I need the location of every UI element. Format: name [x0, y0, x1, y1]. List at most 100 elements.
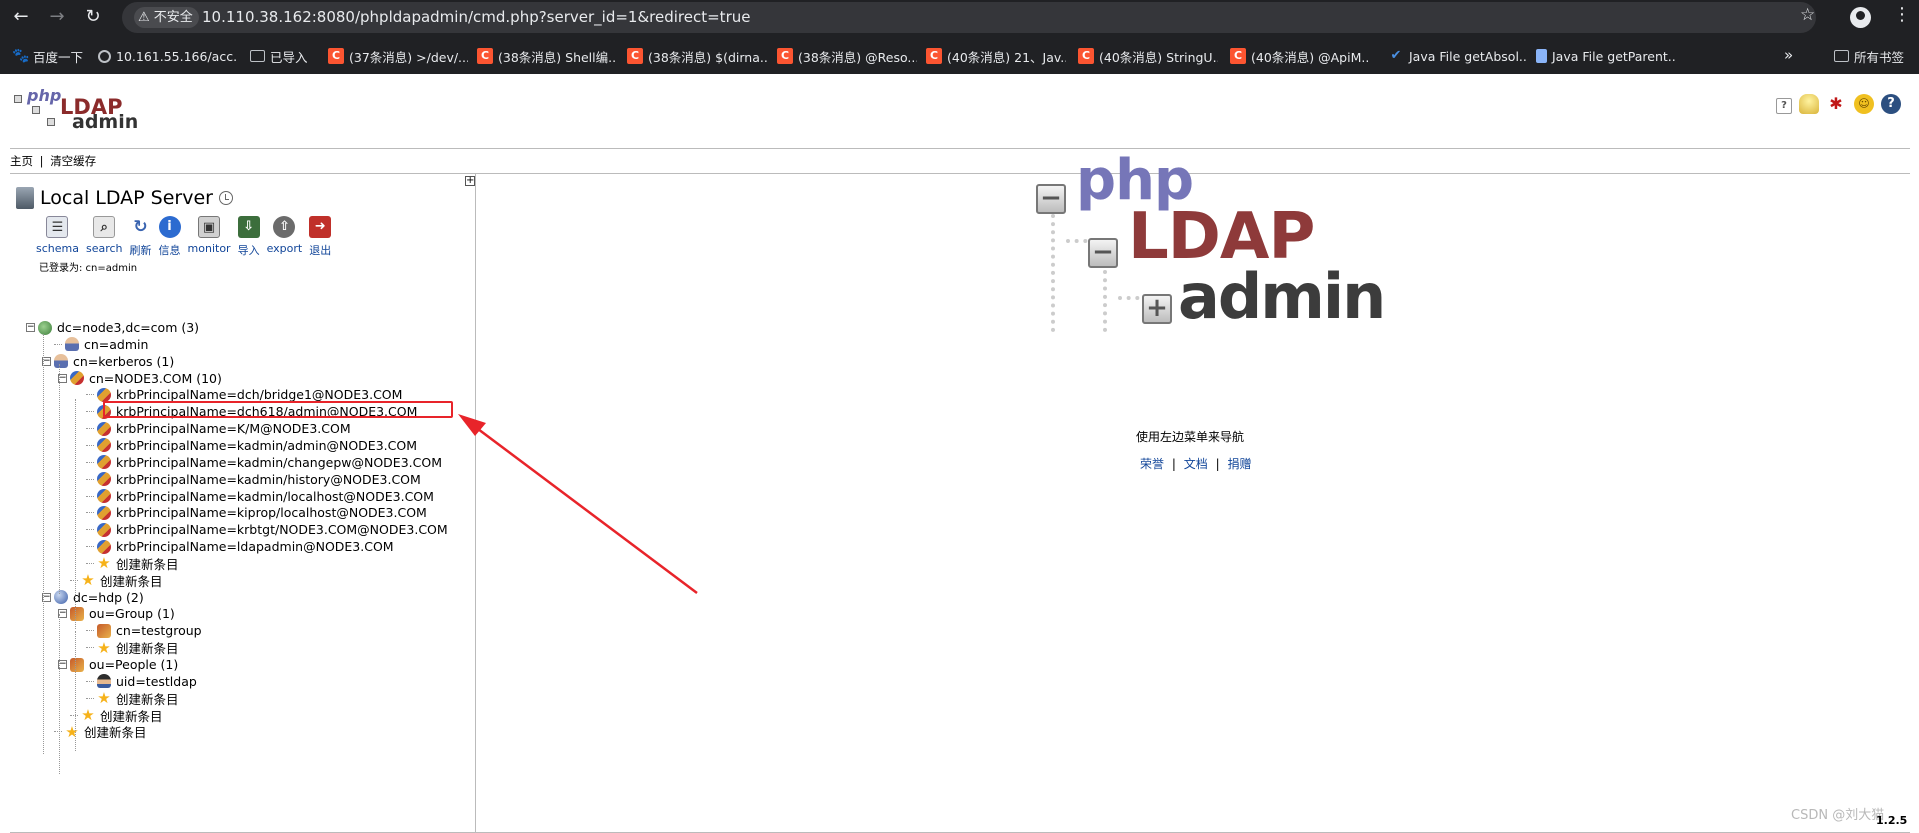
page-content: php LDAP admin ? ✱ ☺ ? 主页 | 清空缓存 + Local…: [0, 74, 1919, 833]
link-separator: |: [1171, 457, 1176, 471]
tree-node[interactable]: krbPrincipalName=kiprop/localhost@NODE3.…: [86, 504, 427, 521]
tree-node[interactable]: − dc=hdp (2): [42, 589, 144, 606]
forward-icon[interactable]: →: [44, 4, 70, 30]
tree-node[interactable]: − cn=NODE3.COM (10): [58, 370, 222, 387]
help-question-icon[interactable]: ?: [1776, 98, 1792, 114]
more-bookmarks-icon[interactable]: »: [1784, 46, 1793, 64]
tree-node[interactable]: − dc=node3,dc=com (3): [26, 319, 199, 336]
tree-node-label[interactable]: 创建新条目: [84, 722, 147, 741]
bookmark-label: (38条消息) @Reso...: [798, 49, 917, 65]
tree-node[interactable]: krbPrincipalName=kadmin/localhost@NODE3.…: [86, 488, 434, 505]
bookmark-item[interactable]: C (37条消息) >/dev/...: [328, 46, 468, 66]
bookmark-label: 百度一下: [33, 49, 84, 65]
folder-icon: [1834, 50, 1849, 62]
tree-node-label[interactable]: ou=Group (1): [89, 606, 175, 621]
tree-node[interactable]: krbPrincipalName=kadmin/changepw@NODE3.C…: [86, 454, 442, 471]
csdn-icon: C: [777, 48, 793, 64]
bookmark-star-icon[interactable]: ☆: [1800, 5, 1815, 25]
menu-icon[interactable]: ⋮: [1893, 4, 1911, 25]
create-entry-item[interactable]: ★ 创建新条目: [86, 555, 179, 572]
create-entry-item[interactable]: ★ 创建新条目: [86, 639, 179, 656]
smiley-icon[interactable]: ☺: [1854, 94, 1874, 114]
tree-connector: [86, 512, 94, 514]
tree-node[interactable]: uid=testldap: [86, 673, 197, 690]
tree-node[interactable]: cn=admin: [54, 336, 148, 353]
tree-node-label[interactable]: krbPrincipalName=kiprop/localhost@NODE3.…: [116, 505, 427, 520]
tree-node-label[interactable]: 创建新条目: [100, 571, 163, 590]
logo-minus-box-icon: −: [1036, 184, 1066, 214]
bookmark-item[interactable]: C (40条消息) StringU...: [1078, 46, 1218, 66]
tree-connector: [70, 714, 78, 716]
bookmark-item[interactable]: ✔ Java File getAbsol...: [1388, 46, 1528, 66]
help-icon[interactable]: ?: [1881, 94, 1901, 114]
lightbulb-icon[interactable]: [1799, 94, 1819, 114]
tree-node-label[interactable]: ou=People (1): [89, 657, 178, 672]
bookmark-item[interactable]: 10.161.55.166/acc...: [98, 46, 238, 66]
tree-node-label[interactable]: krbPrincipalName=K/M@NODE3.COM: [116, 421, 351, 436]
tree-node-label[interactable]: cn=NODE3.COM (10): [89, 371, 222, 386]
tree-node-label[interactable]: krbPrincipalName=krbtgt/NODE3.COM@NODE3.…: [116, 522, 448, 537]
globe-icon: [98, 49, 111, 63]
tree-node-label[interactable]: dc=hdp (2): [73, 590, 144, 605]
group-icon: [97, 438, 111, 453]
tree-connector: [86, 546, 94, 548]
person-icon: [65, 337, 79, 352]
bug-icon[interactable]: ✱: [1826, 94, 1846, 114]
tree-node-label[interactable]: dc=node3,dc=com (3): [57, 320, 199, 335]
tree-node-label[interactable]: krbPrincipalName=kadmin/admin@NODE3.COM: [116, 438, 417, 453]
csdn-icon: C: [477, 48, 493, 64]
bookmark-item[interactable]: 🐾 百度一下: [12, 46, 87, 66]
collapse-icon[interactable]: −: [26, 323, 35, 332]
tree-node-label[interactable]: cn=kerberos (1): [73, 354, 174, 369]
phpldapadmin-logo[interactable]: php LDAP admin: [14, 86, 138, 134]
home-link[interactable]: 主页: [10, 154, 33, 168]
credits-link[interactable]: 荣誉: [1140, 457, 1164, 471]
tree-node[interactable]: − cn=kerberos (1): [42, 353, 174, 370]
reload-icon[interactable]: ↻: [80, 4, 106, 30]
ou-icon: [97, 623, 111, 638]
tree-node-label[interactable]: krbPrincipalName=kadmin/changepw@NODE3.C…: [116, 455, 442, 470]
tree-node-label[interactable]: 创建新条目: [116, 638, 179, 657]
address-bar[interactable]: ⚠ 不安全 10.110.38.162:8080/phpldapadmin/cm…: [122, 2, 1816, 33]
all-bookmarks[interactable]: 所有书签: [1834, 46, 1916, 66]
docs-link[interactable]: 文档: [1184, 457, 1208, 471]
tree-node[interactable]: krbPrincipalName=K/M@NODE3.COM: [86, 420, 351, 437]
purge-cache-link[interactable]: 清空缓存: [50, 154, 96, 168]
bookmark-item[interactable]: C (40条消息) 21、Jav...: [926, 46, 1066, 66]
tree-node[interactable]: − ou=People (1): [58, 656, 178, 673]
group-icon: [97, 522, 111, 537]
tree-node-label[interactable]: krbPrincipalName=kadmin/history@NODE3.CO…: [116, 472, 421, 487]
tree-node[interactable]: krbPrincipalName=kadmin/history@NODE3.CO…: [86, 471, 421, 488]
logo-admin-text: admin: [72, 111, 139, 133]
logo-dotted-line: [1051, 214, 1055, 332]
tree-node-label[interactable]: uid=testldap: [116, 674, 197, 689]
tree-node-label[interactable]: krbPrincipalName=ldapadmin@NODE3.COM: [116, 539, 394, 554]
tree-node[interactable]: krbPrincipalName=krbtgt/NODE3.COM@NODE3.…: [86, 521, 448, 538]
bookmark-item[interactable]: C (38条消息) @Reso...: [777, 46, 917, 66]
create-entry-item[interactable]: ★ 创建新条目: [54, 723, 147, 740]
bookmark-item[interactable]: 已导入: [250, 46, 320, 66]
tree-node[interactable]: krbPrincipalName=kadmin/admin@NODE3.COM: [86, 437, 417, 454]
paw-icon: 🐾: [12, 48, 30, 64]
big-phpldapadmin-logo: − − + php LDAP admin: [1030, 148, 1386, 334]
tree-node[interactable]: cn=testgroup: [86, 622, 202, 639]
menu-separator: |: [39, 154, 44, 168]
create-entry-item[interactable]: ★ 创建新条目: [86, 690, 179, 707]
insecure-badge[interactable]: ⚠ 不安全: [134, 7, 199, 28]
tree-node-label[interactable]: cn=testgroup: [116, 623, 202, 638]
create-entry-item[interactable]: ★ 创建新条目: [70, 707, 163, 724]
back-icon[interactable]: ←: [8, 4, 34, 30]
bookmark-item[interactable]: C (38条消息) Shell编...: [477, 46, 617, 66]
bookmark-item[interactable]: C (40条消息) @ApiM...: [1230, 46, 1370, 66]
bookmark-item[interactable]: Java File getParent...: [1536, 46, 1676, 66]
profile-icon[interactable]: [1850, 7, 1871, 28]
tree-node-label[interactable]: cn=admin: [84, 337, 148, 352]
tree-node[interactable]: krbPrincipalName=ldapadmin@NODE3.COM: [86, 538, 394, 555]
tree-node-label[interactable]: krbPrincipalName=kadmin/localhost@NODE3.…: [116, 489, 434, 504]
url-text[interactable]: 10.110.38.162:8080/phpldapadmin/cmd.php?…: [202, 2, 750, 33]
bookmark-item[interactable]: C (38条消息) $(dirna...: [627, 46, 767, 66]
create-entry-item[interactable]: ★ 创建新条目: [70, 572, 163, 589]
link-separator: |: [1215, 457, 1220, 471]
donate-link[interactable]: 捐赠: [1227, 457, 1251, 471]
tree-connector: [86, 647, 94, 649]
